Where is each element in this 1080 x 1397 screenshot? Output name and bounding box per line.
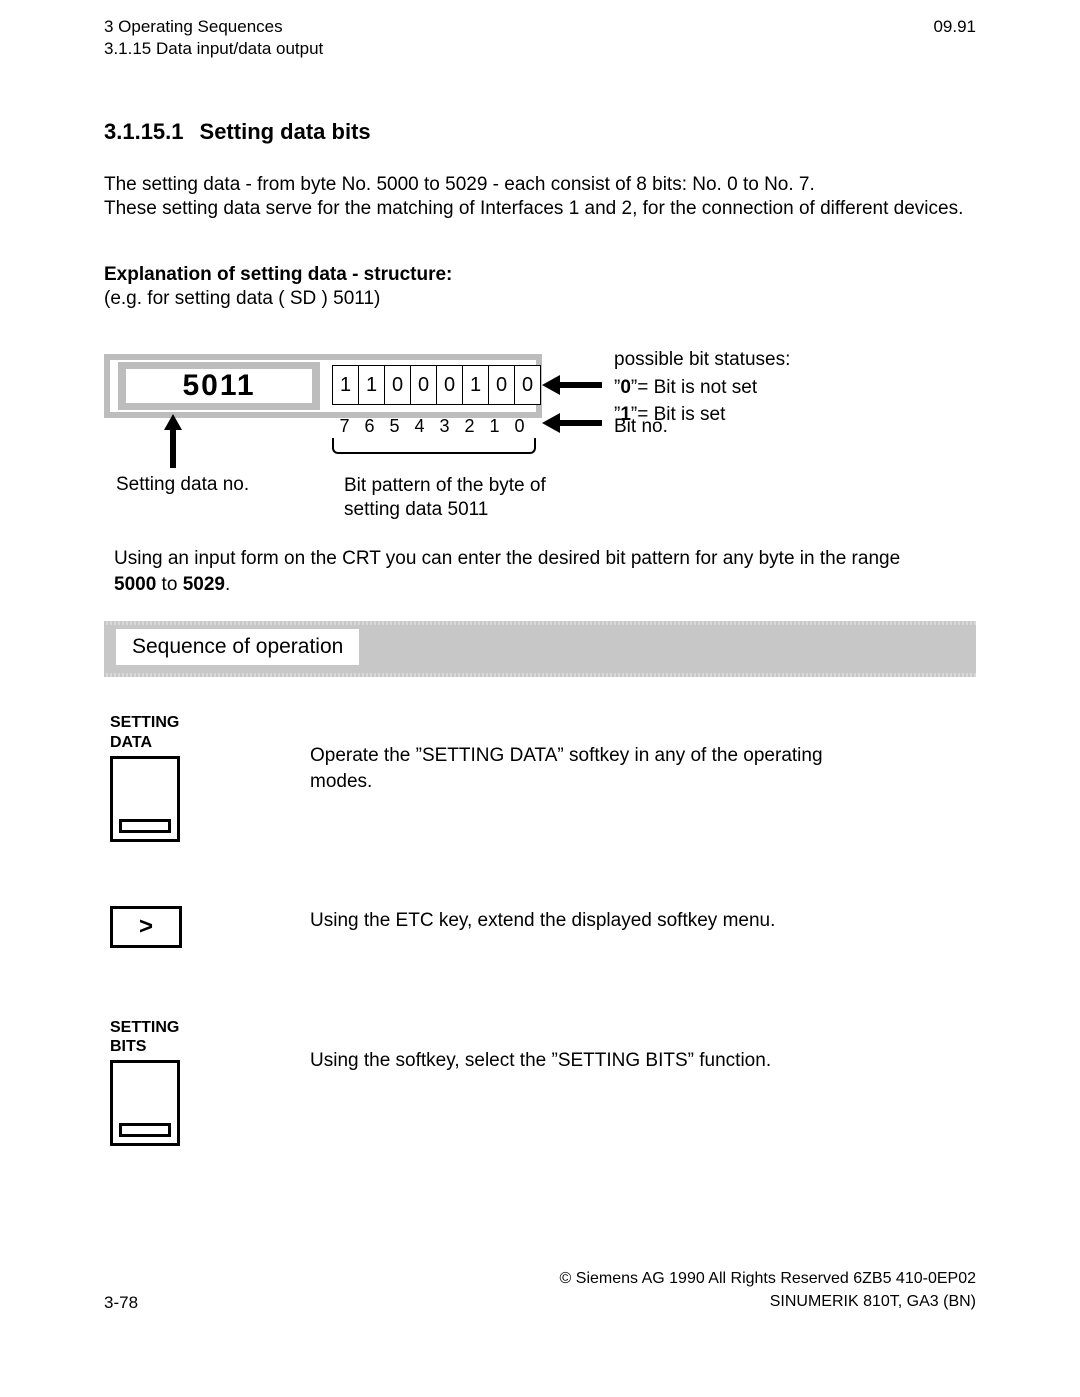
section-text: Setting data bits xyxy=(200,119,371,144)
crt-pre: Using an input form on the CRT you can e… xyxy=(114,548,900,569)
step-setting-data: SETTING DATA Operate the ”SETTING DATA” … xyxy=(110,713,976,841)
step-text: Using the softkey, select the ”SETTING B… xyxy=(310,1018,850,1074)
crt-post: . xyxy=(225,574,230,595)
step-text: Operate the ”SETTING DATA” softkey in an… xyxy=(310,713,850,794)
bit-cell: 0 xyxy=(410,365,437,405)
header-chapter: 3 Operating Sequences xyxy=(104,18,283,37)
page-footer: 3-78 © Siemens AG 1990 All Rights Reserv… xyxy=(104,1267,976,1313)
bit-cell: 1 xyxy=(332,365,359,405)
crt-b2: 5029 xyxy=(183,574,225,595)
bit-no-label: Bit no. xyxy=(614,416,668,438)
bit-no: 0 xyxy=(507,416,532,437)
header-date: 09.91 xyxy=(933,18,976,37)
status-heading: possible bit statuses: xyxy=(614,346,790,374)
status0-bold: 0 xyxy=(620,377,631,398)
section-number: 3.1.15.1 xyxy=(104,119,184,145)
brace-icon xyxy=(332,438,536,454)
softkey-label-l1: SETTING xyxy=(110,713,220,732)
section-title: 3.1.15.1 Setting data bits xyxy=(104,119,976,145)
explain-heading: Explanation of setting data - structure: xyxy=(104,264,976,286)
sd-no-label: Setting data no. xyxy=(116,474,249,496)
bit-no: 1 xyxy=(482,416,507,437)
bit-pattern-label: Bit pattern of the byte of setting data … xyxy=(344,474,546,522)
crt-mid: to xyxy=(156,574,182,595)
bit-no: 3 xyxy=(432,416,457,437)
softkey-label-l2: BITS xyxy=(110,1037,220,1056)
intro-line-1: The setting data - from byte No. 5000 to… xyxy=(104,173,976,198)
bit-cell: 0 xyxy=(514,365,541,405)
bit-no: 7 xyxy=(332,416,357,437)
bit-no: 2 xyxy=(457,416,482,437)
page-number: 3-78 xyxy=(104,1293,138,1313)
bit-no: 5 xyxy=(382,416,407,437)
bit-no: 4 xyxy=(407,416,432,437)
softkey-icon xyxy=(110,756,180,842)
bit-cell: 0 xyxy=(488,365,515,405)
header-section: 3.1.15 Data input/data output xyxy=(104,39,976,59)
explain-example: (e.g. for setting data ( SD ) 5011) xyxy=(104,288,976,310)
product-line: SINUMERIK 810T, GA3 (BN) xyxy=(560,1290,976,1313)
bit-pattern-label-l2: setting data 5011 xyxy=(344,498,546,522)
step-setting-bits: SETTING BITS Using the softkey, select t… xyxy=(110,1018,976,1146)
bit-number-row: 7 6 5 4 3 2 1 0 xyxy=(332,416,532,437)
intro-line-2: These setting data serve for the matchin… xyxy=(104,197,976,222)
sd-number-box: 5011 xyxy=(118,362,320,410)
bit-no: 6 xyxy=(357,416,382,437)
sd-number: 5011 xyxy=(126,369,312,403)
softkey-icon xyxy=(110,1060,180,1146)
bit-cell: 1 xyxy=(358,365,385,405)
softkey-label-l1: SETTING xyxy=(110,1018,220,1037)
bit-pattern-label-l1: Bit pattern of the byte of xyxy=(344,474,546,498)
crt-paragraph: Using an input form on the CRT you can e… xyxy=(104,546,976,597)
bit-pattern-row: 1 1 0 0 0 1 0 0 xyxy=(332,365,541,405)
etc-key-icon: > xyxy=(110,906,182,948)
bit-structure-diagram: 5011 1 1 0 0 0 1 0 0 7 6 5 4 3 2 1 0 pos… xyxy=(104,354,976,534)
step-text: Using the ETC key, extend the displayed … xyxy=(310,902,850,934)
status0-post: ”= Bit is not set xyxy=(631,377,757,398)
sequence-band: Sequence of operation xyxy=(104,625,976,673)
bit-cell: 1 xyxy=(462,365,489,405)
copyright: © Siemens AG 1990 All Rights Reserved 6Z… xyxy=(560,1267,976,1290)
sequence-label: Sequence of operation xyxy=(116,629,359,665)
bit-cell: 0 xyxy=(384,365,411,405)
crt-b1: 5000 xyxy=(114,574,156,595)
bit-cell: 0 xyxy=(436,365,463,405)
softkey-label-l2: DATA xyxy=(110,733,220,752)
step-etc-key: > Using the ETC key, extend the displaye… xyxy=(110,902,976,948)
